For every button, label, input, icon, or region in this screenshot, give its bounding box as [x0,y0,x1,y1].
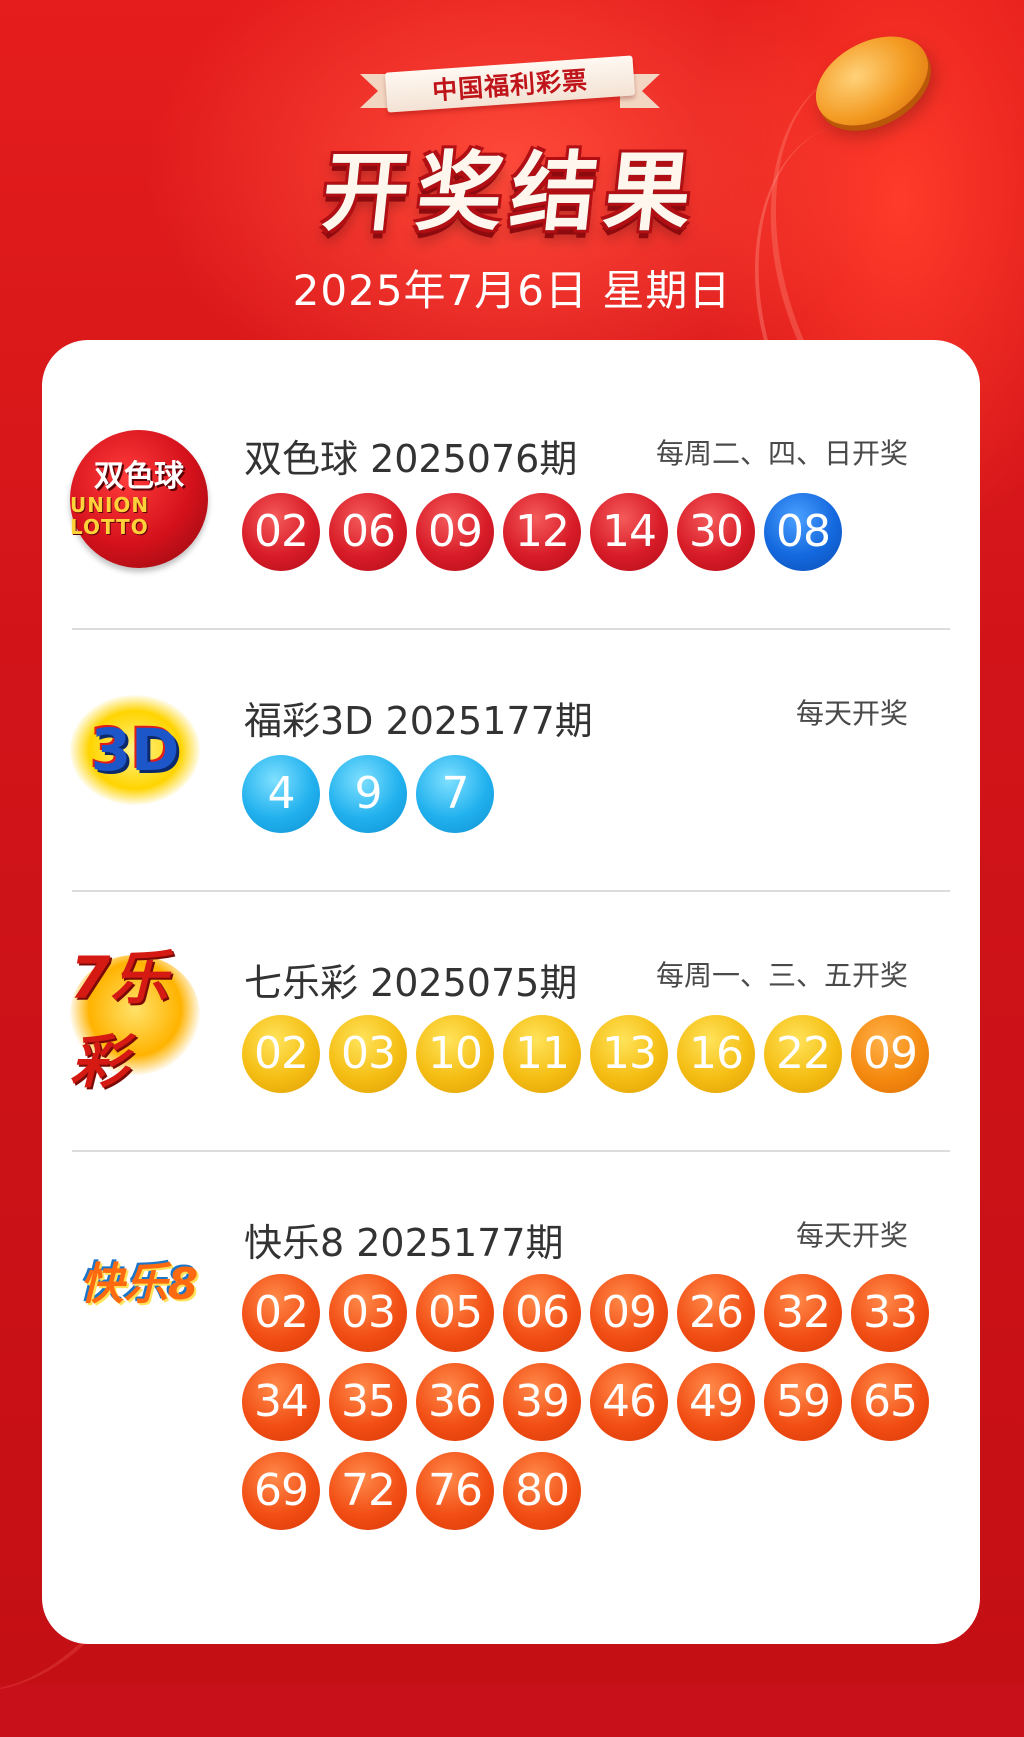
lottery-ball: 46 [590,1363,668,1441]
game-title: 福彩3D 2025177期 [244,699,593,743]
lottery-ball: 30 [677,493,755,571]
lottery-ball: 39 [503,1363,581,1441]
logo-text: 快乐8 [79,1259,199,1310]
lottery-ball: 80 [503,1452,581,1530]
draw-schedule: 每天开奖 [795,697,908,730]
union-lotto-logo-icon: 双色球 UNION LOTTO [70,430,208,568]
lottery-ball: 08 [764,493,842,571]
lottery-ball: 09 [851,1015,929,1093]
lottery-ball: 03 [329,1015,407,1093]
lottery-ball: 02 [242,1274,320,1352]
lottery-ball: 10 [416,1015,494,1093]
lottery-ball: 72 [329,1452,407,1530]
lottery-ball: 06 [329,493,407,571]
lottery-ball: 9 [329,755,407,833]
lottery-ball: 7 [416,755,494,833]
lottery-ball: 76 [416,1452,494,1530]
lottery-ball: 32 [764,1274,842,1352]
lottery-ball: 03 [329,1274,407,1352]
lottery-ball: 35 [329,1363,407,1441]
lottery-ball: 13 [590,1015,668,1093]
game-title: 快乐8 2025177期 [244,1221,564,1265]
lottery-ball: 65 [851,1363,929,1441]
page-title: 开奖结果 [317,143,705,243]
draw-schedule: 每周二、四、日开奖 [655,437,908,470]
results-card: 双色球 UNION LOTTO 双色球 2025076期 每周二、四、日开奖 0… [42,340,980,1644]
lottery-ball: 06 [503,1274,581,1352]
lottery-ball: 4 [242,755,320,833]
lottery-ball: 02 [242,493,320,571]
game-title: 七乐彩 2025075期 [244,961,578,1005]
lottery-ball: 22 [764,1015,842,1093]
divider [72,628,950,630]
lottery-ball: 09 [416,493,494,571]
qilecai-logo-icon: 7乐彩 [70,944,208,1096]
lottery-ball: 49 [677,1363,755,1441]
divider [72,890,950,892]
lottery-ball: 05 [416,1274,494,1352]
ribbon-banner: 中国福利彩票 [384,55,636,113]
lottery-ball: 59 [764,1363,842,1441]
logo-text: 3D [90,716,180,784]
game-title: 双色球 2025076期 [244,437,578,481]
lottery-ball: 12 [503,493,581,571]
draw-schedule: 每天开奖 [795,1219,908,1252]
fucai-3d-logo-icon: 3D [70,695,208,833]
kuaile8-logo-icon: 快乐8 [70,1225,208,1363]
lottery-ball: 36 [416,1363,494,1441]
lottery-ball: 14 [590,493,668,571]
lottery-ball: 26 [677,1274,755,1352]
draw-schedule: 每周一、三、五开奖 [655,959,908,992]
brand-ribbon: 中国福利彩票 [360,55,660,116]
lottery-ball: 16 [677,1015,755,1093]
logo-text: 双色球 [94,459,184,494]
divider [72,1150,950,1152]
lottery-ball: 09 [590,1274,668,1352]
lottery-ball: 34 [242,1363,320,1441]
logo-subtext: UNION LOTTO [70,493,150,539]
lottery-ball: 11 [503,1015,581,1093]
lottery-ball: 02 [242,1015,320,1093]
logo-text: 7乐彩 [70,944,169,1096]
lottery-ball: 69 [242,1452,320,1530]
brand-label: 中国福利彩票 [431,65,589,106]
lottery-ball: 33 [851,1274,929,1352]
draw-date: 2025年7月6日 星期日 [292,266,732,315]
